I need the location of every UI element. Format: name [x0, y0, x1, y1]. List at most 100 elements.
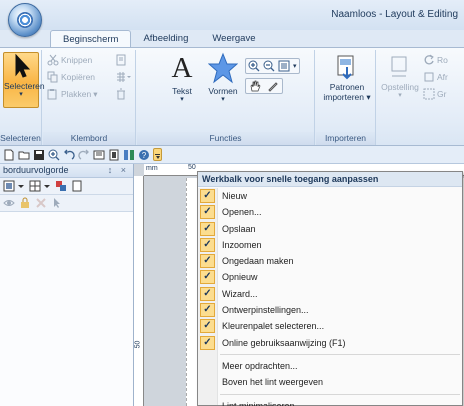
menu-item-checked[interactable]: ✓ Kleurenpalet selecteren... — [198, 318, 462, 334]
shapes-button[interactable]: Vormen ▾ — [203, 52, 243, 103]
panel-controls[interactable]: ↕ × — [108, 165, 129, 175]
import-patterns-button[interactable]: Patronen importeren ▾ — [320, 54, 374, 102]
wizard-icon[interactable] — [93, 149, 105, 161]
pen-icon[interactable] — [267, 80, 279, 92]
copy-icon — [47, 71, 58, 83]
window-title: Naamloos - Layout & Editing — [331, 9, 458, 20]
menu-item-label: Online gebruiksaanwijzing (F1) — [222, 337, 346, 348]
clipboard-extra-1-icon[interactable] — [115, 54, 128, 66]
rotate-button[interactable]: Ro — [423, 54, 448, 66]
view-icon[interactable] — [3, 180, 25, 192]
menu-item-label: Kleurenpalet selecteren... — [222, 321, 325, 332]
help-icon[interactable]: ? — [138, 149, 150, 161]
menu-item-checked[interactable]: ✓ Inzoomen — [198, 237, 462, 253]
open-icon[interactable] — [18, 149, 30, 161]
undo-icon[interactable] — [63, 149, 75, 161]
checkmark-icon: ✓ — [200, 221, 215, 236]
menu-item-show-above-ribbon[interactable]: Boven het lint weergeven — [198, 374, 462, 390]
menu-item-checked[interactable]: ✓ Ongedaan maken — [198, 253, 462, 269]
menu-item-checked[interactable]: ✓ Opnieuw — [198, 269, 462, 285]
ribbon: Selecteren ▾ Selecteren Knippen Kopiëren… — [0, 47, 464, 146]
panel-header: borduurvolgorde ↕ × — [0, 164, 133, 178]
tab-beginscherm[interactable]: Beginscherm — [50, 30, 132, 47]
grid-icon[interactable] — [29, 180, 51, 192]
text-button[interactable]: A Tekst ▾ — [165, 52, 199, 103]
import-icon — [337, 55, 354, 80]
select-button-label: Selecteren — [4, 81, 45, 91]
app-orb-icon[interactable] — [8, 3, 42, 37]
zoom-in-icon[interactable] — [48, 149, 60, 161]
checkmark-icon: ✓ — [200, 303, 215, 318]
menu-item-label: Wizard... — [222, 288, 258, 299]
menu-item-checked[interactable]: ✓ Nieuw — [198, 188, 462, 204]
tab-afbeelding[interactable]: Afbeelding — [131, 30, 200, 47]
arrange-button[interactable]: Opstelling ▾ — [381, 54, 419, 99]
align-button[interactable]: Afr — [423, 71, 448, 83]
tab-weergave[interactable]: Weergave — [200, 30, 267, 47]
pointer-icon[interactable] — [51, 197, 63, 209]
sewing-order-panel: borduurvolgorde ↕ × — [0, 164, 134, 406]
arrow-select-icon — [15, 53, 31, 78]
new-icon[interactable] — [3, 149, 15, 161]
clipboard-extra-2-icon[interactable] — [115, 71, 131, 83]
panel-title: borduurvolgorde — [3, 165, 69, 175]
group-selecteren: Selecteren ▾ Selecteren — [0, 50, 45, 145]
checkmark-icon: ✓ — [200, 205, 215, 220]
rotate-icon — [424, 54, 434, 65]
menu-item-label: Openen... — [222, 207, 262, 218]
paste-button[interactable]: Plakken ▾ — [47, 88, 98, 100]
checkmark-icon: ✓ — [200, 237, 215, 252]
color-palette-icon[interactable] — [123, 149, 135, 161]
star-shape-icon — [208, 52, 238, 84]
eye-icon[interactable] — [3, 197, 15, 209]
group-button[interactable]: Gr — [423, 88, 446, 100]
title-bar: Naamloos - Layout & Editing — [0, 0, 464, 30]
customize-qat-menu: Werkbalk voor snelle toegang aanpassen ✓… — [197, 171, 463, 406]
menu-item-checked[interactable]: ✓ Online gebruiksaanwijzing (F1) — [198, 335, 462, 351]
menu-item-checked[interactable]: ✓ Wizard... — [198, 286, 462, 302]
checkmark-icon: ✓ — [200, 254, 215, 269]
zoom-out-icon[interactable] — [263, 60, 275, 72]
group-opstelling: Opstelling ▾ Ro Afr Gr — [377, 50, 464, 145]
ruler-left-label: 50 — [134, 340, 142, 349]
redo-icon[interactable] — [78, 149, 90, 161]
copy-button[interactable]: Kopiëren — [47, 71, 95, 83]
select-button[interactable]: Selecteren ▾ — [3, 52, 45, 108]
menu-item-label: Opslaan — [222, 223, 256, 234]
zoom-in-icon[interactable] — [248, 60, 260, 72]
menu-item-checked[interactable]: ✓ Ontwerpinstellingen... — [198, 302, 462, 318]
menu-item-label: Ongedaan maken — [222, 256, 294, 267]
checkmark-icon: ✓ — [200, 189, 215, 203]
ribbon-tabs: Beginscherm Afbeelding Weergave — [50, 30, 268, 47]
zoom-toolbar: ▾ — [245, 58, 300, 74]
color-order-icon[interactable] — [55, 180, 67, 192]
scissors-icon — [47, 54, 59, 66]
group-label-selecteren: Selecteren — [0, 132, 41, 145]
checkmark-icon: ✓ — [200, 286, 215, 301]
checkmark-icon: ✓ — [200, 335, 215, 350]
group-klembord: Knippen Kopiëren Plakken ▾ Klembord — [43, 50, 136, 145]
menu-item-minimize-ribbon[interactable]: Lint minimaliseren — [198, 398, 462, 406]
trash-icon[interactable] — [115, 88, 127, 100]
paste-icon — [47, 89, 57, 100]
design-settings-icon[interactable] — [108, 149, 120, 161]
menu-separator — [220, 393, 460, 395]
delete-icon[interactable] — [35, 197, 47, 209]
menu-item-more-commands[interactable]: Meer opdrachten... — [198, 358, 462, 374]
group-label-klembord: Klembord — [43, 132, 135, 145]
group-icon — [423, 88, 435, 100]
save-icon[interactable] — [33, 149, 45, 161]
lock-icon[interactable] — [19, 197, 31, 209]
customize-qat-dropdown[interactable] — [153, 148, 162, 161]
menu-item-label: Ontwerpinstellingen... — [222, 305, 309, 316]
frame-icon[interactable] — [71, 180, 83, 192]
menu-item-checked[interactable]: ✓ Opslaan — [198, 221, 462, 237]
group-label-functies: Functies — [137, 132, 314, 145]
menu-item-checked[interactable]: ✓ Openen... — [198, 204, 462, 220]
menu-title: Werkbalk voor snelle toegang aanpassen — [198, 172, 462, 187]
hand-icon[interactable] — [249, 80, 261, 92]
cut-button[interactable]: Knippen — [47, 54, 92, 66]
zoom-fit-icon[interactable] — [278, 60, 290, 72]
menu-separator — [220, 353, 460, 355]
panel-toolbar-1 — [0, 178, 133, 195]
